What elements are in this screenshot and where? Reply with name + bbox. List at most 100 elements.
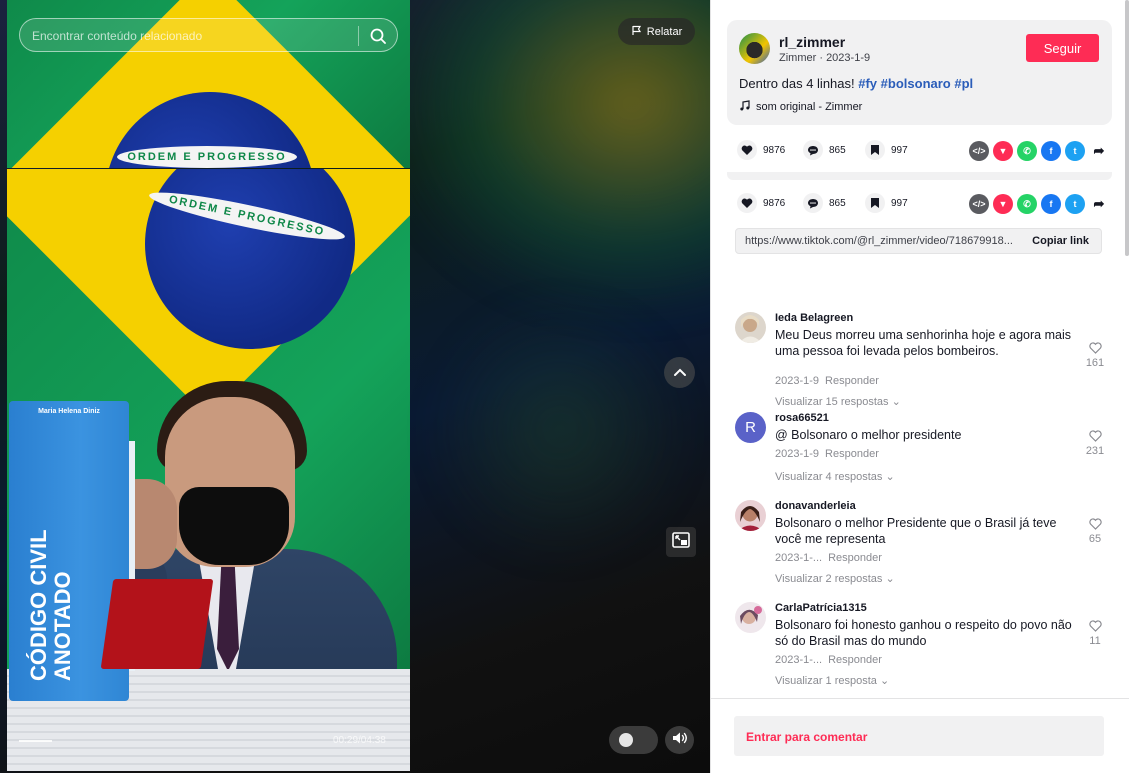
hashtag-bolsonaro[interactable]: #bolsonaro [881, 76, 951, 91]
comment-item: R rosa66521 @ Bolsonaro o melhor preside… [735, 412, 1107, 492]
view-replies-button[interactable]: Visualizar 4 respostas ⌄ [775, 470, 895, 483]
like-count: 9876 [763, 197, 786, 209]
volume-icon [672, 731, 688, 750]
post-info-card: rl_zimmer Zimmer · 2023-1-9 Seguir Dentr… [727, 20, 1112, 125]
comment-item: Ieda Belagreen Meu Deus morreu uma senho… [735, 312, 1107, 408]
save-button-sticky[interactable]: 997 [865, 193, 908, 213]
comment-like-button[interactable]: 65 [1083, 518, 1107, 545]
twitter-icon[interactable]: t [1065, 194, 1085, 214]
comment-like-button[interactable]: 11 [1083, 620, 1107, 647]
copy-link-button[interactable]: Copiar link [1032, 235, 1089, 247]
bookmark-icon [865, 193, 885, 213]
comment-icon [803, 193, 823, 213]
avatar[interactable] [739, 33, 770, 64]
pip-icon [672, 531, 690, 553]
scrollbar[interactable] [1125, 0, 1129, 256]
view-replies-label: Visualizar 15 respostas [775, 396, 889, 408]
avatar[interactable] [735, 602, 766, 633]
send-icon[interactable]: ▼ [993, 194, 1013, 214]
save-button[interactable]: 997 [865, 140, 908, 160]
comment-list: Ieda Belagreen Meu Deus morreu uma senho… [711, 300, 1129, 696]
comment-meta: 2023-1-... Responder [775, 654, 882, 666]
whatsapp-icon[interactable]: ✆ [1017, 194, 1037, 214]
face-mask [179, 487, 289, 565]
autoscroll-toggle[interactable] [609, 726, 658, 754]
video-progress-bar[interactable] [19, 740, 52, 742]
search-icon[interactable] [369, 27, 387, 45]
comment-username[interactable]: donavanderleia [775, 500, 856, 512]
share-link[interactable]: https://www.tiktok.com/@rl_zimmer/video/… [745, 235, 1017, 247]
comment-like-count: 65 [1088, 533, 1102, 545]
twitter-icon[interactable]: t [1065, 141, 1085, 161]
music-link[interactable]: som original - Zimmer [739, 100, 862, 114]
view-replies-label: Visualizar 1 resposta [775, 675, 877, 687]
music-title: som original - Zimmer [756, 101, 863, 113]
share-icons-sticky: </> ▼ ✆ f t ➦ [969, 194, 1109, 214]
comment-like-count: 161 [1085, 357, 1105, 369]
comment-like-count: 231 [1085, 445, 1105, 457]
comment-like-button[interactable]: 161 [1083, 342, 1107, 369]
search-input[interactable] [32, 27, 352, 45]
reply-button[interactable]: Responder [825, 375, 879, 387]
share-link-box: https://www.tiktok.com/@rl_zimmer/video/… [735, 228, 1102, 254]
embed-icon[interactable]: </> [969, 141, 989, 161]
comment-meta: 2023-1-... Responder [775, 552, 882, 564]
previous-video-button[interactable] [664, 357, 695, 388]
reply-button[interactable]: Responder [828, 654, 882, 666]
whatsapp-icon[interactable]: ✆ [1017, 141, 1037, 161]
view-replies-button[interactable]: Visualizar 1 resposta ⌄ [775, 674, 889, 687]
comment-username[interactable]: rosa66521 [775, 412, 829, 424]
avatar[interactable]: R [735, 412, 766, 443]
toggle-knob [619, 733, 633, 747]
music-note-icon [739, 100, 750, 114]
reply-button[interactable]: Responder [825, 448, 879, 460]
comment-date: 2023-1-... [775, 654, 823, 666]
comment-date: 2023-1-9 [775, 448, 820, 460]
comment-username[interactable]: Ieda Belagreen [775, 312, 853, 324]
forward-icon[interactable]: ➦ [1089, 194, 1109, 214]
comment-icon [803, 140, 823, 160]
chevron-down-icon: ⌄ [885, 573, 895, 585]
facebook-icon[interactable]: f [1041, 141, 1061, 161]
hashtag-fy[interactable]: #fy [858, 76, 877, 91]
volume-button[interactable] [665, 726, 694, 754]
hashtag-pl[interactable]: #pl [954, 76, 973, 91]
view-replies-button[interactable]: Visualizar 15 respostas ⌄ [775, 395, 901, 408]
comment-item: CarlaPatrícia1315 Bolsonaro foi honesto … [735, 602, 1107, 692]
subline-separator: · [816, 52, 827, 64]
send-icon[interactable]: ▼ [993, 141, 1013, 161]
view-replies-button[interactable]: Visualizar 2 respostas ⌄ [775, 572, 895, 585]
like-button[interactable]: 9876 [737, 140, 785, 160]
embed-icon[interactable]: </> [969, 194, 989, 214]
chevron-down-icon: ⌄ [885, 471, 895, 483]
facebook-icon[interactable]: f [1041, 194, 1061, 214]
comment-username[interactable]: CarlaPatrícia1315 [775, 602, 867, 614]
forward-icon[interactable]: ➦ [1089, 141, 1109, 161]
author-subline: Zimmer · 2023-1-9 [779, 52, 870, 64]
login-to-comment-button[interactable]: Entrar para comentar [734, 716, 1104, 756]
avatar[interactable] [735, 312, 766, 343]
report-button[interactable]: Relatar [618, 18, 695, 45]
book-author: Maria Helena Diniz [38, 408, 100, 415]
chevron-down-icon: ⌄ [891, 396, 901, 408]
avatar[interactable] [735, 500, 766, 531]
share-icons: </> ▼ ✆ f t ➦ [969, 141, 1109, 161]
comment-button-sticky[interactable]: 865 [803, 193, 846, 213]
like-button-sticky[interactable]: 9876 [737, 193, 785, 213]
picture-in-picture-button[interactable] [666, 527, 696, 557]
video-player[interactable]: ORDEM E PROGRESSO ORDEM E PROGRESSO Mari… [0, 0, 710, 773]
comment-button[interactable]: 865 [803, 140, 846, 160]
comment-meta: 2023-1-9 Responder [775, 375, 879, 387]
view-replies-label: Visualizar 2 respostas [775, 573, 883, 585]
comment-count: 865 [829, 144, 846, 156]
flag-icon [631, 25, 642, 39]
author-username[interactable]: rl_zimmer [779, 34, 845, 50]
reply-button[interactable]: Responder [828, 552, 882, 564]
video-frame: ORDEM E PROGRESSO Maria Helena Diniz CÓD… [7, 169, 410, 771]
action-row-2: 9876 865 997 </> ▼ ✆ f t ➦ [737, 193, 1109, 215]
follow-button[interactable]: Seguir [1026, 34, 1099, 62]
comment-like-button[interactable]: 231 [1083, 430, 1107, 457]
comment-text: Bolsonaro o melhor Presidente que o Bras… [775, 516, 1057, 546]
comment-text: Meu Deus morreu uma senhorinha hoje e ag… [775, 328, 1071, 358]
comment-like-count: 11 [1089, 635, 1101, 647]
